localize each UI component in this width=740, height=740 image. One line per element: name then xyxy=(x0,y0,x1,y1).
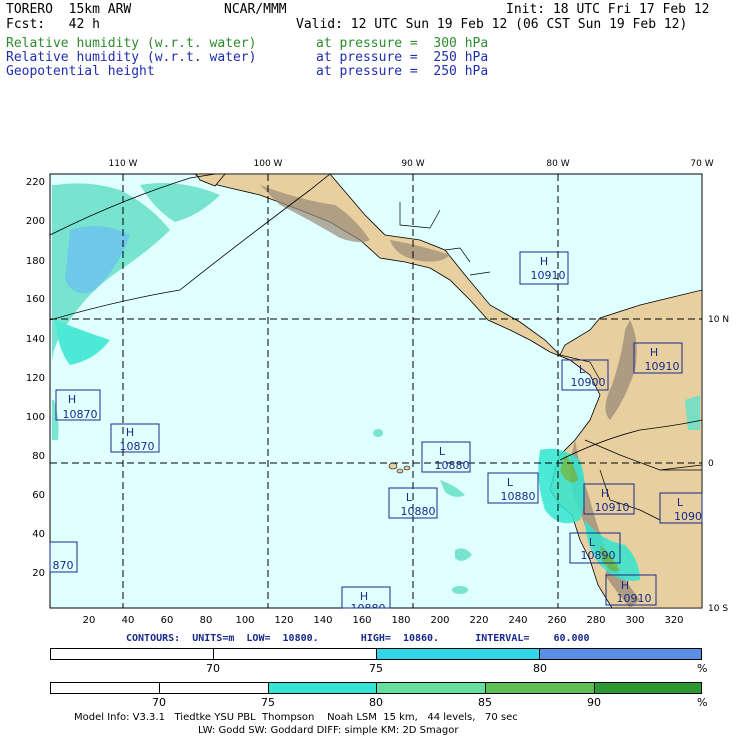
svg-text:H: H xyxy=(540,255,548,268)
colorbar-swatch xyxy=(377,683,486,693)
y-tick: 120 xyxy=(26,373,45,384)
colorbar-swatch xyxy=(486,683,595,693)
colorbar-250hpa xyxy=(50,648,702,660)
x-tick: 20 xyxy=(83,615,96,626)
x-tick: 220 xyxy=(469,615,488,626)
y-tick: 40 xyxy=(32,529,45,540)
lat-label-10n: 10 N xyxy=(708,315,729,325)
model-physics: LW: Godd SW: Goddard DIFF: simple KM: 2D… xyxy=(198,725,459,736)
colorbar-swatch xyxy=(160,683,269,693)
x-tick: 100 xyxy=(235,615,254,626)
lon-label-90w: 90 W xyxy=(401,159,424,169)
x-tick: 200 xyxy=(430,615,449,626)
svg-text:L: L xyxy=(677,496,684,509)
svg-text:10880: 10880 xyxy=(401,505,436,518)
colorbar1-label: 80 xyxy=(533,662,547,675)
svg-text:10910: 10910 xyxy=(617,592,652,605)
svg-text:1090: 1090 xyxy=(674,510,702,523)
svg-text:L: L xyxy=(406,491,413,504)
colorbar-swatch xyxy=(540,649,701,659)
lat-label-0: 0 xyxy=(708,459,714,469)
x-tick: 320 xyxy=(664,615,683,626)
model-info: Model Info: V3.3.1 Tiedtke YSU PBL Thomp… xyxy=(74,712,518,723)
x-tick: 160 xyxy=(352,615,371,626)
lon-label-100w: 100 W xyxy=(254,159,283,169)
y-tick: 180 xyxy=(26,256,45,267)
colorbar-swatch xyxy=(214,649,377,659)
x-tick: 240 xyxy=(508,615,527,626)
y-tick: 100 xyxy=(26,412,45,423)
y-tick: 160 xyxy=(26,294,45,305)
colorbar2-label: 70 xyxy=(152,696,166,709)
colorbar2-label: 75 xyxy=(261,696,275,709)
colorbar2-label: % xyxy=(697,696,708,709)
colorbar-swatch xyxy=(51,683,160,693)
svg-text:H: H xyxy=(68,393,76,406)
svg-text:H: H xyxy=(650,346,658,359)
svg-text:L: L xyxy=(439,445,446,458)
y-tick: 220 xyxy=(26,177,45,188)
svg-text:L: L xyxy=(579,363,586,376)
svg-text:10890: 10890 xyxy=(581,549,616,562)
y-tick: 200 xyxy=(26,216,45,227)
y-tick: 140 xyxy=(26,334,45,345)
colorbar-swatch xyxy=(595,683,701,693)
lon-label-80w: 80 W xyxy=(546,159,569,169)
lat-label-10s: 10 S xyxy=(708,604,728,614)
colorbar2-label: 85 xyxy=(478,696,492,709)
svg-text:10910: 10910 xyxy=(595,501,630,514)
svg-text:H: H xyxy=(126,426,134,439)
x-tick: 60 xyxy=(161,615,174,626)
x-tick: 180 xyxy=(391,615,410,626)
x-tick: 40 xyxy=(122,615,135,626)
svg-text:L: L xyxy=(507,476,514,489)
svg-text:10900: 10900 xyxy=(571,376,606,389)
colorbar-swatch xyxy=(377,649,540,659)
y-tick: 60 xyxy=(32,490,45,501)
svg-text:10910: 10910 xyxy=(531,269,566,282)
svg-text:10870: 10870 xyxy=(63,408,98,421)
y-tick: 80 xyxy=(32,451,45,462)
colorbar2-label: 80 xyxy=(369,696,383,709)
svg-text:H: H xyxy=(621,579,629,592)
x-tick: 280 xyxy=(586,615,605,626)
lon-label-110w: 110 W xyxy=(109,159,138,169)
y-tick: 20 xyxy=(32,568,45,579)
y-axis-ticks: 220 200 180 160 140 120 100 80 60 40 20 xyxy=(26,177,45,579)
x-axis-ticks: 20 40 60 80 100 120 140 160 180 200 220 … xyxy=(83,615,684,626)
svg-text:L: L xyxy=(589,536,596,549)
colorbar-swatch xyxy=(269,683,377,693)
colorbar-swatch xyxy=(51,649,214,659)
colorbar1-label: 75 xyxy=(369,662,383,675)
contour-info: CONTOURS: UNITS=m LOW= 10800. HIGH= 1086… xyxy=(126,633,590,644)
x-tick: 120 xyxy=(274,615,293,626)
x-tick: 80 xyxy=(200,615,213,626)
svg-text:10910: 10910 xyxy=(645,360,680,373)
svg-text:H: H xyxy=(601,487,609,500)
x-tick: 140 xyxy=(313,615,332,626)
x-tick: 260 xyxy=(547,615,566,626)
weather-map: 110 W 100 W 90 W 80 W 70 W 10 N 0 10 S 2… xyxy=(26,159,729,626)
svg-text:10870: 10870 xyxy=(120,440,155,453)
svg-text:10880: 10880 xyxy=(435,459,470,472)
x-tick: 300 xyxy=(625,615,644,626)
colorbar2-label: 90 xyxy=(587,696,601,709)
svg-text:870: 870 xyxy=(53,559,74,572)
colorbar1-label: 70 xyxy=(206,662,220,675)
svg-text:10880: 10880 xyxy=(501,490,536,503)
colorbar1-label: % xyxy=(697,662,708,675)
lon-label-70w: 70 W xyxy=(690,159,713,169)
colorbar-300hpa xyxy=(50,682,702,694)
